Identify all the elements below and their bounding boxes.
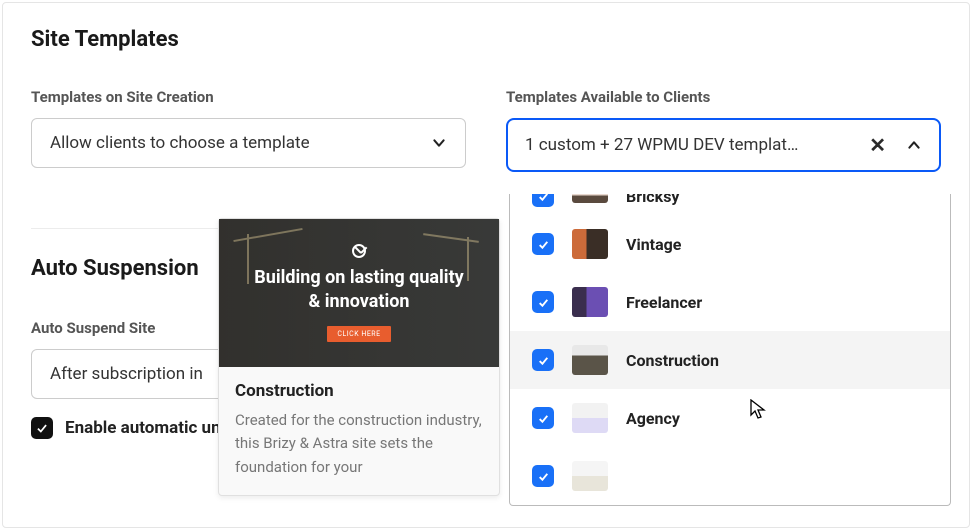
template-checkbox[interactable] (532, 233, 554, 255)
enable-auto-unsuspend-checkbox[interactable] (31, 417, 53, 439)
template-option[interactable]: Agency (510, 389, 950, 447)
template-label: Bricksy (626, 194, 679, 206)
template-label: Freelancer (626, 293, 702, 312)
check-icon (537, 296, 550, 309)
template-preview-title: Construction (235, 381, 483, 401)
template-thumbnail (572, 345, 608, 375)
chevron-down-icon (431, 135, 447, 151)
template-preview-card: Building on lasting quality & innovation… (218, 218, 500, 496)
template-preview-cta: CLICK HERE (327, 326, 390, 342)
check-icon (537, 470, 550, 483)
check-icon (537, 238, 550, 251)
auto-suspend-value: After subscription in (50, 364, 203, 384)
clear-selection-icon[interactable]: ✕ (869, 133, 886, 157)
template-checkbox[interactable] (532, 407, 554, 429)
template-thumbnail (572, 287, 608, 317)
templates-dropdown-list[interactable]: Bricksy Vintage Freelancer Construction Agen… (510, 194, 950, 505)
page-title: Site Templates (31, 27, 941, 52)
chevron-up-icon[interactable] (906, 137, 922, 153)
template-thumbnail (572, 403, 608, 433)
template-preview-desc: Created for the construction industry, t… (235, 409, 483, 479)
check-icon (537, 354, 550, 367)
check-icon (35, 421, 49, 435)
template-label: Agency (626, 409, 680, 428)
available-select-value: 1 custom + 27 WPMU DEV templat… (525, 135, 798, 155)
template-option[interactable] (510, 447, 950, 505)
available-select[interactable]: 1 custom + 27 WPMU DEV templat… ✕ (506, 118, 941, 172)
template-thumbnail (572, 229, 608, 259)
template-option[interactable]: Vintage (510, 215, 950, 273)
template-option[interactable]: Construction (510, 331, 950, 389)
template-checkbox[interactable] (532, 194, 554, 207)
template-option[interactable]: Freelancer (510, 273, 950, 331)
template-label: Construction (626, 351, 719, 370)
creation-label: Templates on Site Creation (31, 88, 466, 106)
template-checkbox[interactable] (532, 291, 554, 313)
template-label: Vintage (626, 235, 681, 254)
close-icon (352, 244, 366, 258)
template-checkbox[interactable] (532, 465, 554, 487)
creation-select-value: Allow clients to choose a template (50, 133, 310, 153)
available-label: Templates Available to Clients (506, 88, 941, 106)
template-thumbnail (572, 194, 608, 203)
template-option[interactable]: Bricksy (510, 194, 950, 215)
template-thumbnail (572, 461, 608, 491)
mouse-cursor-icon (750, 399, 768, 421)
creation-select[interactable]: Allow clients to choose a template (31, 118, 466, 168)
templates-dropdown-panel: Bricksy Vintage Freelancer Construction Agen… (509, 194, 951, 506)
check-icon (537, 412, 550, 425)
template-preview-image: Building on lasting quality & innovation… (219, 219, 499, 367)
template-checkbox[interactable] (532, 349, 554, 371)
check-icon (537, 194, 550, 203)
